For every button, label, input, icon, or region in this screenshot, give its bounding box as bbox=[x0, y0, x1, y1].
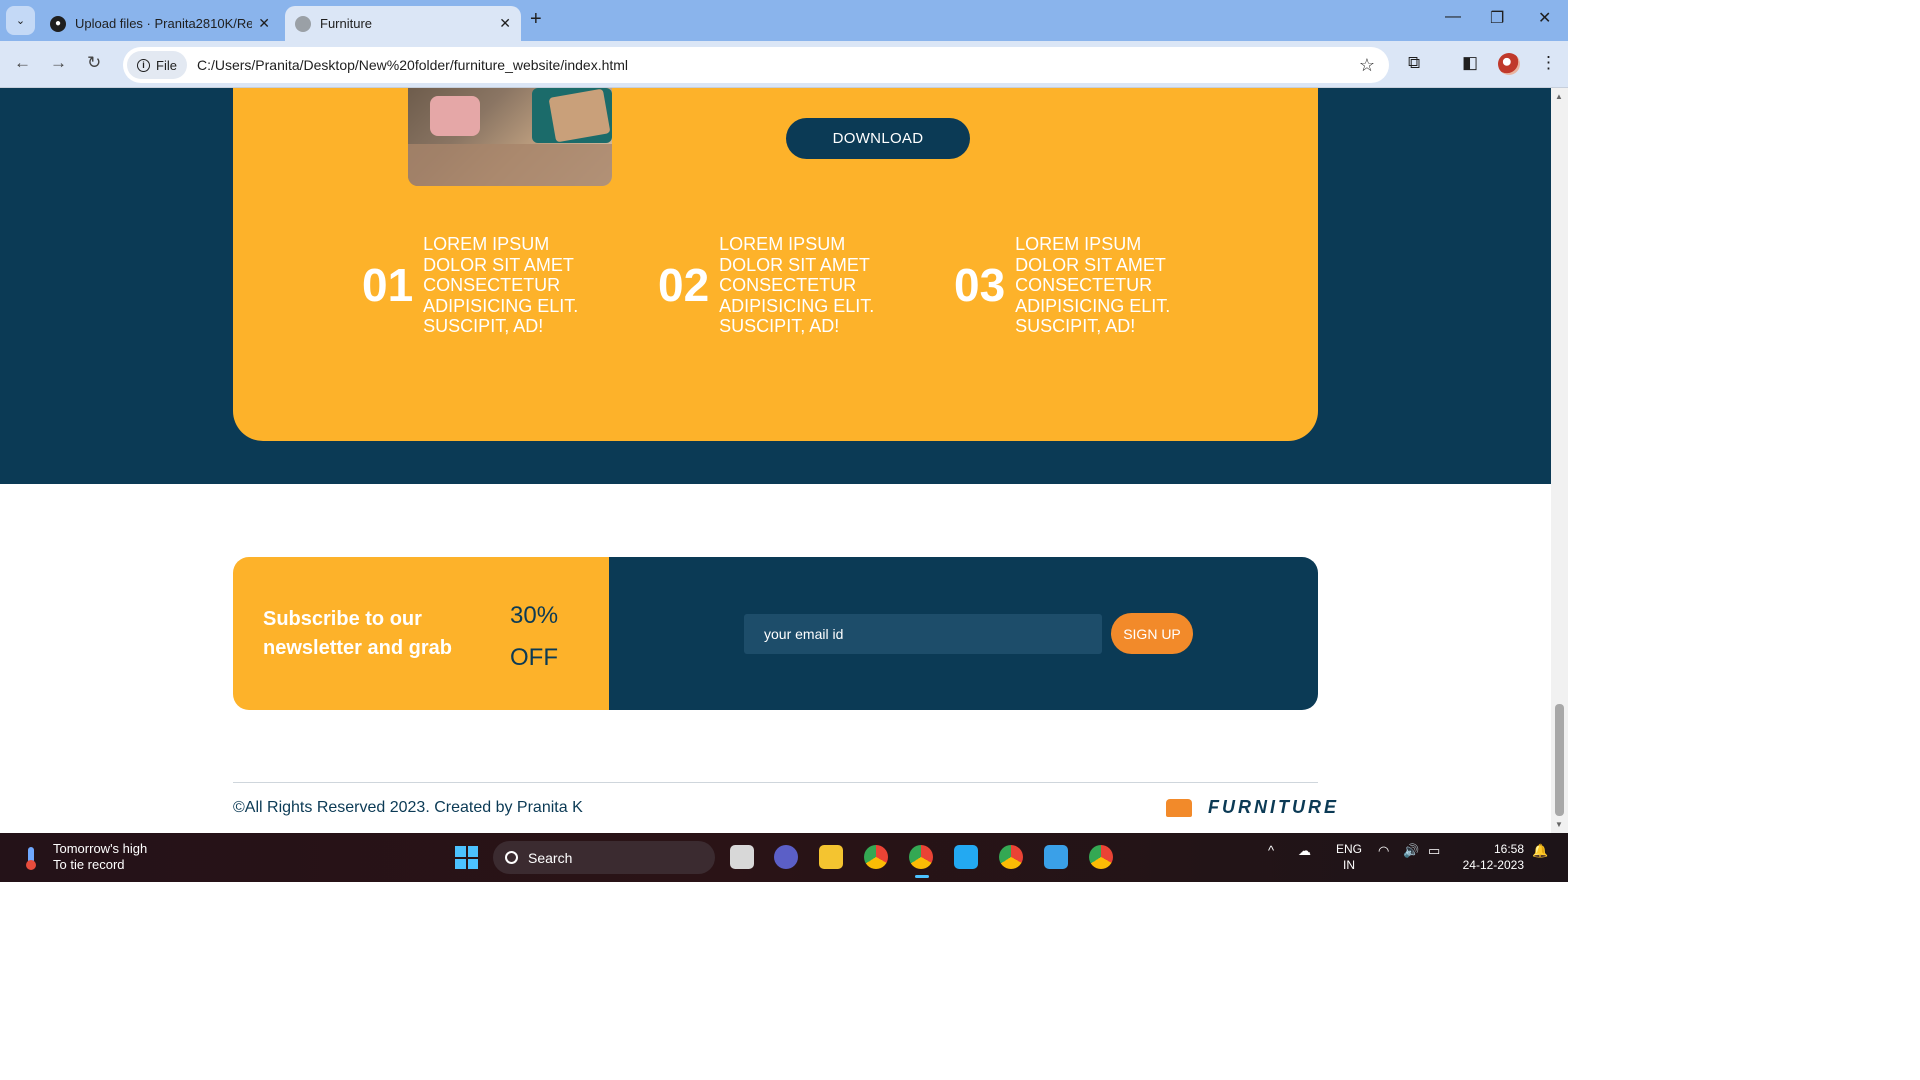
page-viewport: DOWNLOAD 01 Lorem ipsum dolor sit amet c… bbox=[0, 88, 1551, 833]
tab-title: Furniture bbox=[320, 16, 373, 31]
weather-line-1: Tomorrow's high bbox=[53, 841, 148, 856]
living-room-image bbox=[408, 88, 612, 186]
language-line-1: ENG bbox=[1336, 842, 1363, 856]
info-icon: i bbox=[137, 58, 150, 72]
search-label: Search bbox=[528, 849, 573, 866]
teams-chat-icon[interactable] bbox=[774, 845, 798, 869]
volume-icon[interactable]: 🔊 bbox=[1403, 843, 1419, 859]
scroll-thumb[interactable] bbox=[1555, 704, 1564, 816]
onedrive-icon[interactable]: ☁ bbox=[1298, 843, 1311, 859]
url-text[interactable]: C:/Users/Pranita/Desktop/New%20folder/fu… bbox=[197, 57, 1359, 73]
active-app-indicator bbox=[915, 875, 929, 878]
site-info-label: File bbox=[156, 57, 177, 73]
feature-text: Lorem ipsum dolor sit amet consectetur a… bbox=[423, 234, 579, 336]
side-panel-icon[interactable]: ◧ bbox=[1462, 53, 1478, 73]
tab-furniture[interactable]: Furniture ✕ bbox=[285, 6, 521, 41]
task-view-icon[interactable] bbox=[730, 845, 754, 869]
weather-line-2: To tie record bbox=[53, 857, 125, 872]
chrome-icon[interactable] bbox=[999, 845, 1023, 869]
profile-avatar[interactable] bbox=[1498, 53, 1520, 75]
promo-card: DOWNLOAD 01 Lorem ipsum dolor sit amet c… bbox=[233, 88, 1318, 441]
feature-number: 01 bbox=[362, 259, 414, 312]
newsletter-form-panel: your email id SIGN UP bbox=[609, 557, 1318, 710]
tab-search-button[interactable]: ⌄ bbox=[6, 6, 35, 35]
tab-upload-files[interactable]: ● Upload files · Pranita2810K/Res ✕ bbox=[40, 6, 280, 41]
feature-number: 02 bbox=[658, 259, 710, 312]
github-icon: ● bbox=[50, 15, 66, 32]
newsletter-offer-panel: Subscribe to our newsletter and grab 30%… bbox=[233, 557, 609, 710]
extensions-icon[interactable]: ⧉ bbox=[1408, 53, 1420, 73]
reload-icon[interactable]: ↻ bbox=[87, 53, 101, 73]
newsletter-title: Subscribe to our newsletter and grab bbox=[263, 608, 452, 659]
windows-start-icon[interactable] bbox=[455, 846, 478, 869]
email-input[interactable]: your email id bbox=[744, 614, 1102, 654]
tab-title: Upload files · Pranita2810K/Res bbox=[75, 16, 253, 31]
battery-icon[interactable]: ▭ bbox=[1428, 843, 1440, 859]
chrome-profile-icon[interactable] bbox=[909, 845, 933, 869]
offer-percent: 30% bbox=[510, 602, 559, 629]
vscode-icon[interactable] bbox=[954, 845, 978, 869]
forward-arrow-icon[interactable]: → bbox=[50, 53, 67, 73]
footer-logo[interactable]: FURNITURE bbox=[1166, 797, 1339, 818]
site-info-chip[interactable]: i File bbox=[127, 51, 187, 79]
notification-bell-icon[interactable]: 🔔 bbox=[1532, 843, 1548, 859]
hero-background: DOWNLOAD 01 Lorem ipsum dolor sit amet c… bbox=[0, 88, 1551, 484]
browser-tab-bar: ⌄ ● Upload files · Pranita2810K/Res ✕ Fu… bbox=[0, 0, 1568, 41]
restore-button[interactable]: ❐ bbox=[1490, 8, 1504, 28]
chrome-icon[interactable] bbox=[1089, 845, 1113, 869]
scroll-down-arrow-icon[interactable]: ▼ bbox=[1555, 820, 1563, 829]
close-window-button[interactable]: ✕ bbox=[1538, 8, 1551, 28]
language-line-2: IN bbox=[1343, 858, 1355, 872]
menu-icon[interactable]: ⋮ bbox=[1540, 53, 1557, 73]
chrome-icon[interactable] bbox=[864, 845, 888, 869]
search-icon bbox=[505, 851, 518, 864]
new-tab-button[interactable]: + bbox=[530, 8, 542, 31]
file-explorer-icon[interactable] bbox=[819, 845, 843, 869]
feature-item: 03 Lorem ipsum dolor sit amet consectetu… bbox=[954, 234, 1175, 337]
scroll-up-arrow-icon[interactable]: ▲ bbox=[1555, 92, 1563, 101]
back-arrow-icon[interactable]: ← bbox=[14, 53, 31, 73]
language-indicator[interactable]: ENG IN bbox=[1336, 841, 1362, 873]
browser-toolbar: ← → ↻ i File C:/Users/Pranita/Desktop/Ne… bbox=[0, 41, 1568, 88]
logo-text: FURNITURE bbox=[1208, 797, 1339, 817]
chevron-up-icon[interactable]: ^ bbox=[1268, 843, 1274, 858]
clock[interactable]: 16:58 24-12-2023 bbox=[1460, 841, 1524, 873]
offer-text: 30% OFF bbox=[510, 595, 558, 679]
download-button[interactable]: DOWNLOAD bbox=[786, 118, 970, 159]
feature-text: Lorem ipsum dolor sit amet consectetur a… bbox=[1015, 234, 1171, 336]
feature-item: 01 Lorem ipsum dolor sit amet consectetu… bbox=[362, 234, 583, 337]
feature-number: 03 bbox=[954, 259, 1006, 312]
taskbar-search[interactable]: Search bbox=[493, 841, 715, 874]
offer-off: OFF bbox=[510, 644, 558, 671]
address-bar[interactable]: i File C:/Users/Pranita/Desktop/New%20fo… bbox=[123, 47, 1389, 83]
close-icon[interactable]: ✕ bbox=[258, 15, 270, 32]
clock-date: 24-12-2023 bbox=[1462, 858, 1524, 872]
page-scrollbar[interactable]: ▲ ▼ bbox=[1551, 88, 1568, 833]
feature-item: 02 Lorem ipsum dolor sit amet consectetu… bbox=[658, 234, 879, 337]
notepad-icon[interactable] bbox=[1044, 845, 1068, 869]
sofa-icon bbox=[1166, 798, 1192, 817]
footer-divider bbox=[233, 782, 1318, 783]
feature-text: Lorem ipsum dolor sit amet consectetur a… bbox=[719, 234, 875, 336]
bookmark-star-icon[interactable]: ☆ bbox=[1359, 55, 1375, 76]
newsletter-section: Subscribe to our newsletter and grab 30%… bbox=[233, 557, 1318, 710]
minimize-button[interactable]: — bbox=[1445, 8, 1461, 26]
weather-widget[interactable]: Tomorrow's high To tie record bbox=[53, 841, 147, 873]
sign-up-button[interactable]: SIGN UP bbox=[1111, 613, 1193, 654]
clock-time: 16:58 bbox=[1493, 842, 1524, 856]
copyright-text: ©All Rights Reserved 2023. Created by Pr… bbox=[233, 799, 583, 816]
close-icon[interactable]: ✕ bbox=[499, 15, 511, 32]
globe-icon bbox=[295, 15, 311, 32]
thermometer-icon bbox=[26, 847, 36, 870]
wifi-icon[interactable]: ◠ bbox=[1378, 843, 1389, 859]
windows-taskbar: Tomorrow's high To tie record Search ^ ☁… bbox=[0, 833, 1568, 882]
